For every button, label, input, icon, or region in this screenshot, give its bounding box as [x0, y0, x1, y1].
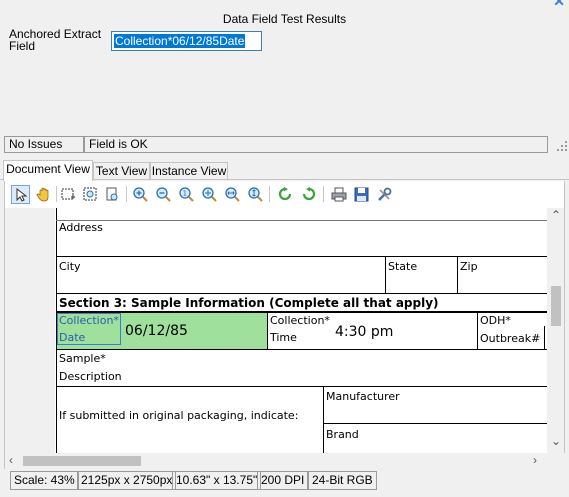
- odh-label-line2: Outbreak#: [480, 332, 541, 345]
- packaging-label: If submitted in original packaging, indi…: [59, 409, 299, 422]
- resize-grip-icon[interactable]: [557, 141, 567, 151]
- form-rule: [56, 349, 550, 350]
- dpi-info: 200 DPI: [257, 471, 309, 490]
- toolbar-separator: [126, 186, 127, 202]
- tab-document-view[interactable]: Document View: [3, 160, 93, 181]
- scroll-left-icon[interactable]: ‹: [9, 453, 13, 467]
- field-value-input[interactable]: Collection*06/12/85Date: [111, 31, 262, 51]
- viewer-toolbar: 1: [4, 181, 565, 208]
- field-value-text: Collection*06/12/85Date: [114, 34, 246, 48]
- zoom-in-icon[interactable]: [131, 185, 150, 204]
- collection-date-label-line2: Date: [59, 331, 86, 344]
- results-panel: ✕ Data Field Test Results Anchored Extra…: [0, 0, 569, 133]
- horizontal-scrollbar[interactable]: ‹ ›: [4, 453, 548, 469]
- form-divider: [544, 326, 545, 350]
- odh-label-line1: ODH*: [480, 314, 511, 327]
- document-page: Address City State Zip Section 3: Sample…: [55, 208, 550, 453]
- form-rule: [323, 423, 550, 424]
- section3-title: Section 3: Sample Information (Complete …: [59, 296, 439, 310]
- view-tabs: Document View Text View Instance View: [0, 160, 569, 181]
- scroll-down-icon[interactable]: ⌄: [551, 434, 561, 448]
- zoom-fit-height-icon[interactable]: [246, 185, 265, 204]
- pixel-size-info: 2125px x 2750px: [77, 471, 177, 490]
- form-rule: [56, 293, 550, 294]
- field-label: Anchored Extract Field: [9, 27, 102, 53]
- rotate-counterclockwise-icon[interactable]: [299, 185, 318, 204]
- close-icon[interactable]: ✕: [553, 0, 565, 10]
- print-icon[interactable]: [329, 185, 348, 204]
- scroll-right-icon[interactable]: ›: [533, 453, 537, 467]
- scale-info: Scale: 43%: [10, 471, 79, 490]
- sample-label-line2: Description: [59, 370, 122, 383]
- zoom-page-icon[interactable]: [103, 185, 122, 204]
- address-label: Address: [59, 221, 103, 234]
- field-status-message: Field is OK: [84, 136, 548, 153]
- city-label: City: [59, 260, 81, 273]
- zoom-actual-size-icon[interactable]: 1: [177, 185, 196, 204]
- collection-date-label-line1: Collection*: [59, 314, 119, 327]
- issues-status: No Issues: [4, 136, 84, 153]
- collection-time-label-line2: Time: [270, 331, 297, 344]
- form-divider: [477, 313, 478, 350]
- results-title: Data Field Test Results: [222, 12, 347, 26]
- select-arrow-icon[interactable]: [11, 185, 30, 204]
- zoom-fit-icon[interactable]: [200, 185, 219, 204]
- tab-text-view[interactable]: Text View: [93, 162, 150, 180]
- manufacturer-label: Manufacturer: [326, 390, 400, 403]
- toolbar-separator: [269, 186, 270, 202]
- zoom-out-icon[interactable]: [154, 185, 173, 204]
- form-divider: [323, 386, 324, 453]
- form-rule: [56, 220, 550, 221]
- vertical-scrollbar[interactable]: ⌃ ⌄: [547, 208, 564, 453]
- svg-text:1: 1: [183, 190, 187, 198]
- region-select-icon[interactable]: [59, 185, 78, 204]
- toolbar-separator: [56, 186, 57, 202]
- vertical-scroll-thumb[interactable]: [551, 286, 561, 326]
- form-rule: [56, 256, 550, 257]
- color-depth-info: 24-Bit RGB: [308, 471, 377, 490]
- pan-hand-icon[interactable]: [34, 185, 53, 204]
- document-viewer[interactable]: Address City State Zip Section 3: Sample…: [4, 208, 565, 453]
- form-divider: [267, 313, 268, 350]
- state-label: State: [388, 260, 418, 273]
- rotate-clockwise-icon[interactable]: [276, 185, 295, 204]
- toolbar-separator: [323, 186, 324, 202]
- zoom-region-icon[interactable]: [81, 185, 100, 204]
- collection-time-label-line1: Collection*: [270, 314, 330, 327]
- status-strip: No Issues Field is OK: [0, 135, 569, 155]
- brand-label: Brand: [326, 428, 359, 441]
- collection-date-value: 06/12/85: [125, 323, 188, 339]
- sample-label-line1: Sample*: [59, 352, 106, 365]
- form-divider: [385, 256, 386, 293]
- inch-size-info: 10.63" x 13.75": [172, 471, 262, 490]
- form-rule: [56, 386, 550, 387]
- horizontal-scroll-thumb[interactable]: [23, 456, 141, 466]
- tab-instance-view[interactable]: Instance View: [150, 162, 228, 180]
- scroll-up-icon[interactable]: ⌃: [551, 208, 561, 222]
- settings-tools-icon[interactable]: [375, 185, 394, 204]
- collection-time-value: 4:30 pm: [335, 324, 394, 340]
- form-divider: [457, 256, 458, 293]
- zoom-fit-width-icon[interactable]: [223, 185, 242, 204]
- zip-label: Zip: [460, 260, 478, 273]
- save-icon[interactable]: [352, 185, 371, 204]
- image-info-bar: Scale: 43% 2125px x 2750px 10.63" x 13.7…: [0, 470, 569, 497]
